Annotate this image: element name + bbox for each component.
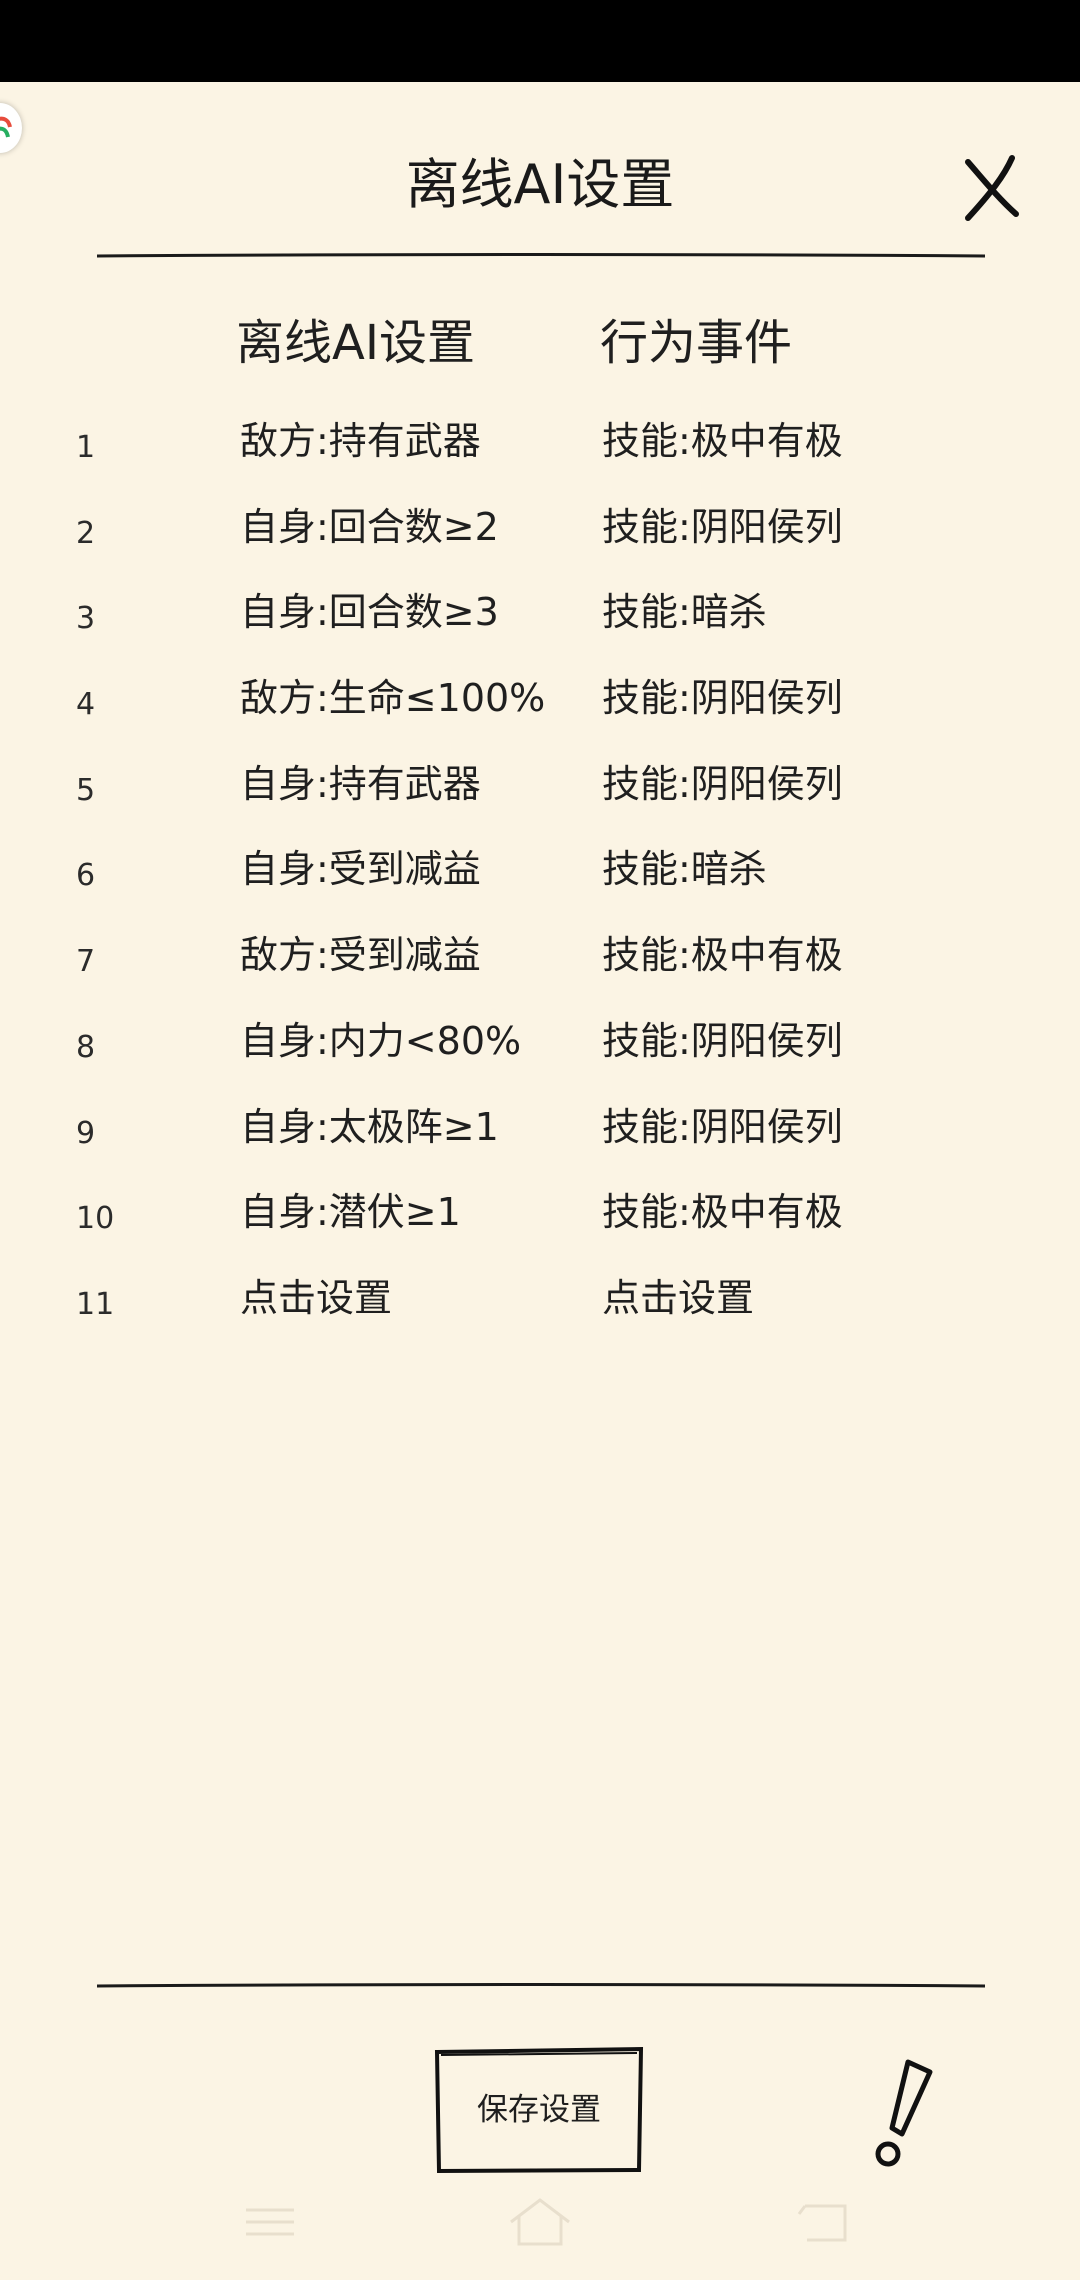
row-index: 2 xyxy=(76,515,96,551)
rule-list: 1 敌方:持有武器 技能:极中有极 2 自身:回合数≥2 技能:阴阳侯列 3 自… xyxy=(0,405,1080,1348)
rule-row: 4 敌方:生命≤100% 技能:阴阳侯列 xyxy=(0,662,1080,748)
condition-cell[interactable]: 敌方:持有武器 xyxy=(240,413,481,469)
row-index: 9 xyxy=(76,1115,96,1151)
rule-row: 9 自身:太极阵≥1 技能:阴阳侯列 xyxy=(0,1091,1080,1177)
row-index: 4 xyxy=(76,687,96,723)
bottom-divider xyxy=(97,1983,985,1988)
rule-row: 5 自身:持有武器 技能:阴阳侯列 xyxy=(0,748,1080,834)
row-index: 10 xyxy=(76,1201,115,1237)
condition-cell[interactable]: 自身:回合数≥3 xyxy=(240,584,499,640)
action-cell[interactable]: 技能:阴阳侯列 xyxy=(602,1013,843,1069)
column-header-row: 离线AI设置 行为事件 xyxy=(0,308,1080,378)
rule-row: 3 自身:回合数≥3 技能:暗杀 xyxy=(0,576,1080,662)
action-cell[interactable]: 技能:阴阳侯列 xyxy=(602,670,843,726)
condition-cell[interactable]: 敌方:生命≤100% xyxy=(240,670,545,726)
alert-button[interactable] xyxy=(868,2058,938,2168)
exclamation-icon xyxy=(875,2059,933,2167)
row-index: 6 xyxy=(76,858,96,894)
system-nav-bar xyxy=(0,2182,1080,2280)
close-icon xyxy=(965,155,1019,221)
column-header-action: 行为事件 xyxy=(600,315,793,371)
rule-row: 6 自身:受到减益 技能:暗杀 xyxy=(0,833,1080,919)
condition-cell[interactable]: 自身:太极阵≥1 xyxy=(240,1099,499,1155)
row-index: 11 xyxy=(76,1286,115,1322)
nav-back-button[interactable] xyxy=(795,2192,855,2256)
close-button[interactable] xyxy=(960,152,1024,222)
rule-row: 7 敌方:受到减益 技能:极中有极 xyxy=(0,919,1080,1005)
save-settings-button[interactable]: 保存设置 xyxy=(433,2046,645,2174)
condition-cell[interactable]: 自身:回合数≥2 xyxy=(240,499,499,555)
action-cell[interactable]: 技能:极中有极 xyxy=(602,927,843,983)
app-root: 离线AI设置 离线AI设置 行为事件 1 敌方:持有武器 技能:极中有极 2 自… xyxy=(0,0,1080,2280)
floating-assistant-ball[interactable] xyxy=(0,103,22,153)
row-index: 3 xyxy=(76,601,96,637)
condition-cell[interactable]: 自身:潜伏≥1 xyxy=(240,1184,461,1240)
menu-icon xyxy=(246,2208,294,2236)
column-header-condition: 离线AI设置 xyxy=(236,315,475,371)
back-icon xyxy=(797,2204,847,2242)
save-settings-label: 保存设置 xyxy=(477,2092,601,2128)
rule-row: 8 自身:内力<80% 技能:阴阳侯列 xyxy=(0,1005,1080,1091)
condition-cell[interactable]: 自身:受到减益 xyxy=(240,841,481,897)
condition-cell[interactable]: 自身:持有武器 xyxy=(240,756,481,812)
condition-cell[interactable]: 敌方:受到减益 xyxy=(240,927,481,983)
action-cell[interactable]: 技能:阴阳侯列 xyxy=(602,499,843,555)
row-index: 7 xyxy=(76,944,96,980)
page-title: 离线AI设置 xyxy=(405,153,675,216)
top-divider xyxy=(97,253,985,258)
row-index: 1 xyxy=(76,430,96,465)
status-bar xyxy=(0,0,1080,82)
action-cell[interactable]: 技能:阴阳侯列 xyxy=(602,1099,843,1155)
condition-cell[interactable]: 点击设置 xyxy=(240,1270,392,1326)
colorful-logo-icon xyxy=(0,116,12,138)
condition-cell[interactable]: 自身:内力<80% xyxy=(240,1013,521,1069)
row-index: 5 xyxy=(76,772,96,808)
rule-row: 11 点击设置 点击设置 xyxy=(0,1262,1080,1348)
rule-row: 2 自身:回合数≥2 技能:阴阳侯列 xyxy=(0,491,1080,577)
nav-home-button[interactable] xyxy=(505,2192,575,2256)
action-cell[interactable]: 技能:极中有极 xyxy=(602,413,843,469)
action-cell[interactable]: 技能:阴阳侯列 xyxy=(602,756,843,812)
nav-menu-button[interactable] xyxy=(240,2192,300,2256)
rule-row: 10 自身:潜伏≥1 技能:极中有极 xyxy=(0,1176,1080,1262)
action-cell[interactable]: 技能:暗杀 xyxy=(602,841,767,897)
action-cell[interactable]: 技能:极中有极 xyxy=(602,1184,843,1240)
rule-row: 1 敌方:持有武器 技能:极中有极 xyxy=(0,405,1080,491)
row-index: 8 xyxy=(76,1029,96,1065)
action-cell[interactable]: 技能:暗杀 xyxy=(602,584,767,640)
home-icon xyxy=(510,2198,570,2246)
action-cell[interactable]: 点击设置 xyxy=(602,1270,754,1326)
